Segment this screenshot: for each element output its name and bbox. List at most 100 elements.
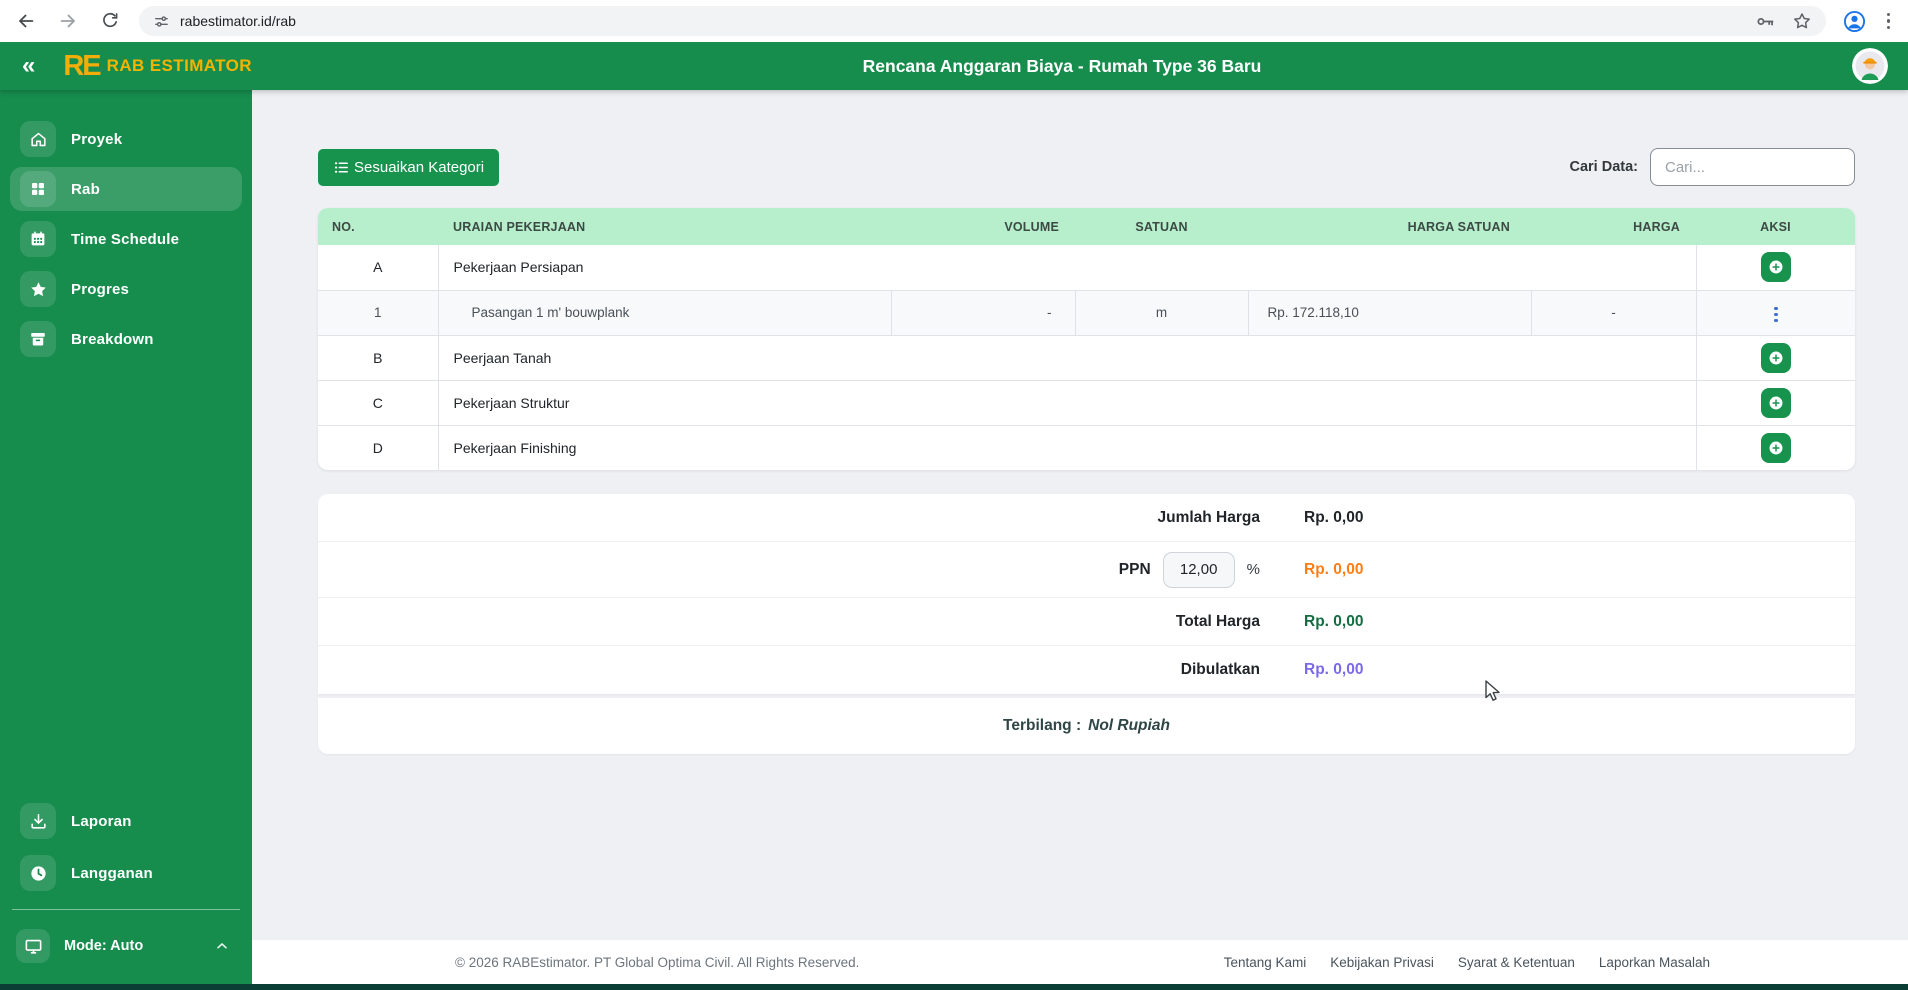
browser-reload-icon[interactable] [97, 8, 123, 34]
sidebar-item-label: Proyek [71, 130, 123, 148]
footer: © 2026 RABEstimator. PT Global Optima Ci… [252, 940, 1908, 984]
adjust-category-button[interactable]: Sesuaikan Kategori [318, 148, 500, 186]
sidebar-divider [12, 909, 240, 910]
summary-row-jumlah: Jumlah Harga Rp. 0,00 [318, 494, 1855, 542]
site-settings-icon[interactable] [153, 13, 170, 30]
bottom-edge-strip [0, 984, 1908, 990]
home-icon [20, 121, 56, 157]
ppn-input[interactable] [1162, 551, 1235, 588]
bookmark-star-icon[interactable] [1792, 11, 1812, 31]
password-key-icon[interactable] [1755, 11, 1776, 32]
browser-forward-icon[interactable] [55, 8, 81, 34]
chevron-up-icon [214, 938, 230, 954]
mode-label: Mode: Auto [64, 938, 144, 954]
sidebar-item-rab[interactable]: Rab [10, 167, 242, 211]
copyright-text: © 2026 RABEstimator. PT Global Optima Ci… [455, 954, 860, 970]
sidebar-item-label: Rab [71, 180, 100, 198]
sidebar-item-label: Time Schedule [71, 230, 180, 248]
row-uraian: Pekerjaan Struktur [438, 380, 1696, 426]
sidebar-item-proyek[interactable]: Proyek [10, 117, 242, 161]
column-header-aksi: AKSI [1696, 208, 1855, 245]
sidebar-item-label: Breakdown [71, 330, 154, 348]
sidebar-item-label: Laporan [71, 812, 132, 830]
calendar-icon [20, 221, 56, 257]
url-text[interactable]: rabestimator.id/rab [180, 13, 1755, 29]
row-no: B [318, 335, 439, 381]
footer-link-syarat-ketentuan[interactable]: Syarat & Ketentuan [1458, 955, 1575, 970]
column-header-harga: HARGA [1531, 208, 1696, 245]
summary-row-dibulatkan: Dibulatkan Rp. 0,00 [318, 646, 1855, 694]
footer-link-tentang-kami[interactable]: Tentang Kami [1224, 955, 1307, 970]
table-row-category-b: B Peerjaan Tanah [318, 335, 1855, 381]
mode-toggle[interactable]: Mode: Auto [10, 924, 242, 968]
row-uraian: Pekerjaan Persiapan [438, 245, 1696, 291]
sidebar-item-breakdown[interactable]: Breakdown [10, 317, 242, 361]
download-icon [20, 803, 56, 839]
terbilang-row: Terbilang : Nol Rupiah [318, 698, 1855, 754]
row-volume: - [891, 290, 1076, 336]
terbilang-label: Terbilang : [1003, 717, 1082, 734]
app-header: « RE RAB ESTIMATOR Rencana Anggaran Biay… [0, 42, 1908, 90]
grid-icon [20, 171, 56, 207]
brand-logo: RE [63, 49, 101, 82]
add-item-button[interactable] [1760, 387, 1791, 418]
browser-back-icon[interactable] [13, 8, 39, 34]
add-item-button[interactable] [1760, 432, 1791, 463]
monitor-icon [16, 929, 50, 963]
ppn-label: PPN [1118, 560, 1151, 578]
row-satuan: m [1075, 290, 1249, 336]
row-uraian: Pasangan 1 m' bouwplank [438, 290, 892, 336]
screen: rabestimator.id/rab « RE RAB ESTIMATOR R… [0, 0, 1908, 990]
sidebar-item-laporan[interactable]: Laporan [10, 799, 242, 843]
address-bar[interactable]: rabestimator.id/rab [139, 6, 1826, 36]
search-group: Cari Data: [1569, 148, 1855, 186]
list-icon [333, 159, 350, 176]
table-row-item-1: 1 Pasangan 1 m' bouwplank - m Rp. 172.11… [318, 290, 1855, 336]
column-header-harga-satuan: HARGA SATUAN [1248, 208, 1531, 245]
total-harga-value: Rp. 0,00 [1304, 612, 1364, 630]
jumlah-harga-label: Jumlah Harga [1157, 508, 1260, 526]
row-uraian: Peerjaan Tanah [438, 335, 1696, 381]
browser-menu-icon[interactable] [1883, 9, 1895, 34]
jumlah-harga-value: Rp. 0,00 [1304, 508, 1364, 526]
total-harga-label: Total Harga [1175, 612, 1260, 630]
brand: RE RAB ESTIMATOR [63, 49, 252, 82]
column-header-no: NO. [318, 208, 438, 245]
dibulatkan-value: Rp. 0,00 [1304, 661, 1364, 678]
ppn-amount: Rp. 0,00 [1304, 560, 1364, 578]
footer-link-laporkan-masalah[interactable]: Laporkan Masalah [1599, 955, 1710, 970]
footer-link-kebijakan-privasi[interactable]: Kebijakan Privasi [1330, 955, 1434, 970]
sidebar-bottom: Laporan Langganan [0, 799, 252, 895]
add-item-button[interactable] [1760, 342, 1791, 373]
row-no: D [318, 425, 439, 470]
brand-name: RAB ESTIMATOR [106, 56, 252, 75]
row-no: C [318, 380, 439, 426]
sidebar-nav: Proyek Rab Time Schedule Progres Breakdo… [0, 117, 252, 361]
user-avatar[interactable] [1852, 48, 1888, 84]
row-no: A [318, 245, 439, 291]
percent-sign: % [1246, 561, 1260, 578]
table-header-row: NO. URAIAN PEKERJAAN VOLUME SATUAN HARGA… [318, 208, 1855, 245]
sidebar-collapse-icon[interactable]: « [22, 54, 35, 78]
browser-toolbar: rabestimator.id/rab [0, 0, 1908, 42]
table-row-category-c: C Pekerjaan Struktur [318, 380, 1855, 426]
main-content: Sesuaikan Kategori Cari Data: NO. URAIAN [252, 90, 1908, 984]
search-input[interactable] [1650, 148, 1855, 186]
column-header-satuan: SATUAN [1075, 208, 1248, 245]
search-label: Cari Data: [1569, 159, 1639, 175]
toolbar: Sesuaikan Kategori Cari Data: [318, 148, 1855, 186]
browser-profile-icon[interactable] [1842, 9, 1867, 34]
sidebar-item-progres[interactable]: Progres [10, 267, 242, 311]
sidebar-item-time-schedule[interactable]: Time Schedule [10, 217, 242, 261]
column-header-uraian: URAIAN PEKERJAAN [438, 208, 891, 245]
sidebar-item-langganan[interactable]: Langganan [10, 851, 242, 895]
summary-row-total: Total Harga Rp. 0,00 [318, 598, 1855, 646]
add-item-button[interactable] [1760, 252, 1791, 283]
terbilang-value: Nol Rupiah [1088, 717, 1170, 734]
row-no: 1 [318, 290, 439, 336]
sidebar: Proyek Rab Time Schedule Progres Breakdo… [0, 42, 252, 984]
row-menu-icon[interactable] [1766, 302, 1786, 328]
star-icon [20, 271, 56, 307]
adjust-category-label: Sesuaikan Kategori [354, 158, 485, 176]
sidebar-item-label: Langganan [71, 864, 153, 882]
